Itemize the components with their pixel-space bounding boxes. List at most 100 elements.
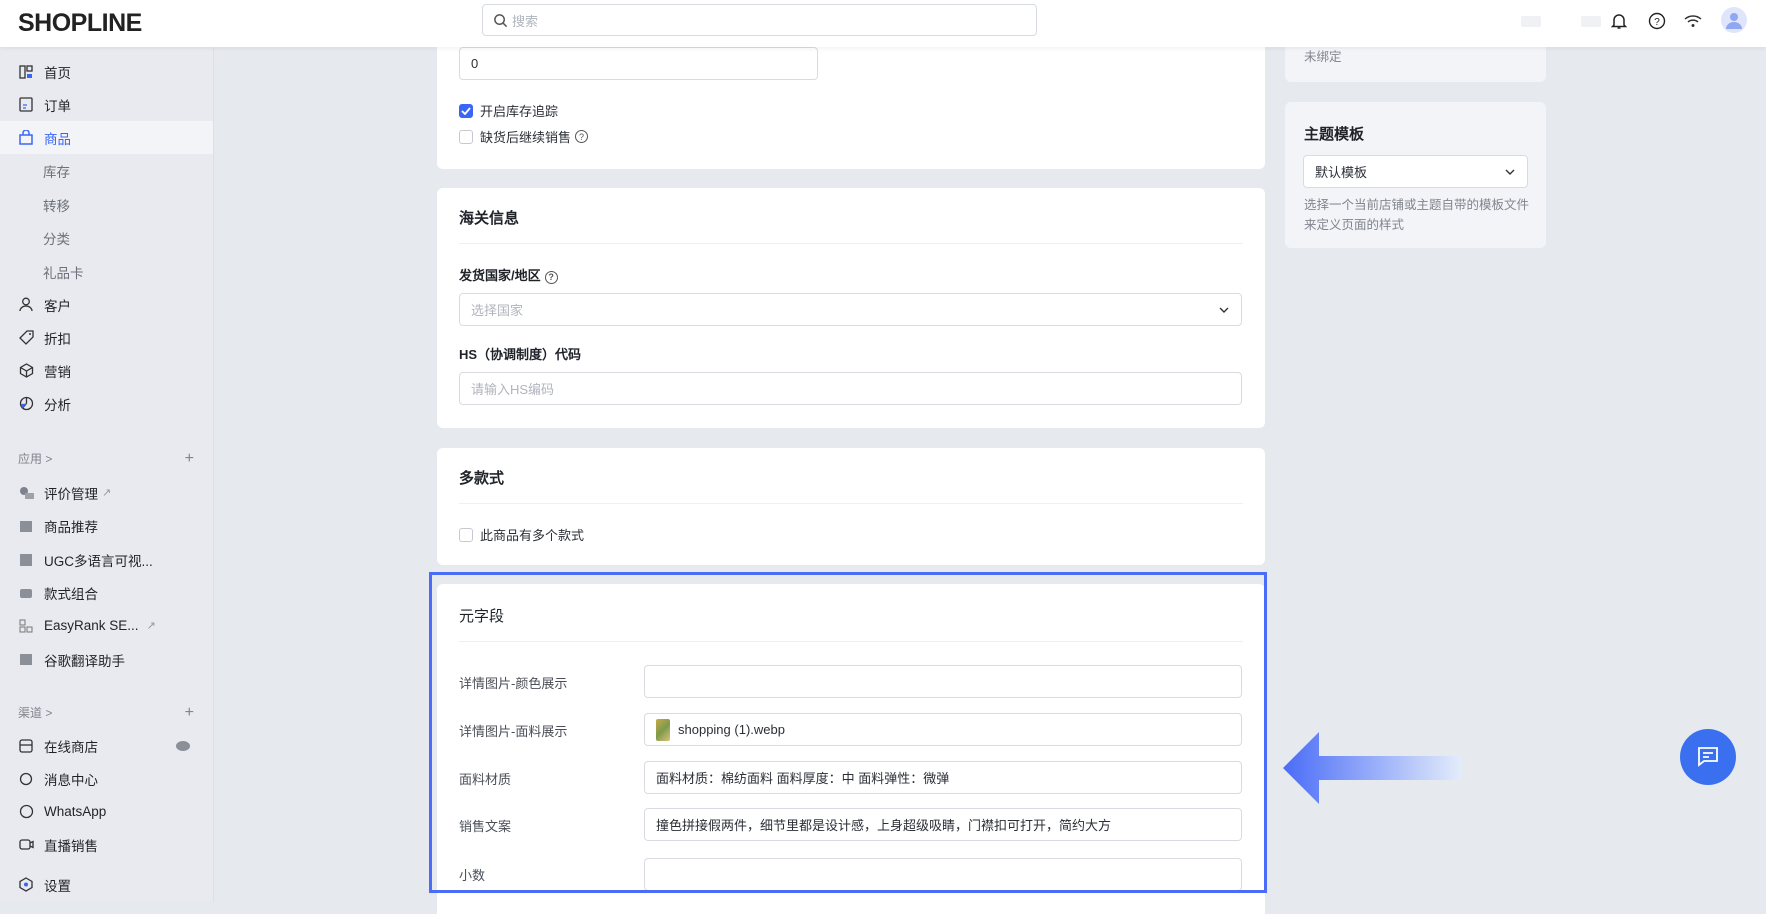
sidebar-item-transfers[interactable]: 转移 xyxy=(0,188,213,221)
checkbox-label: 缺货后继续销售 xyxy=(480,130,572,145)
svg-text:?: ? xyxy=(1654,17,1660,28)
checkbox-label: 开启库存追踪 xyxy=(480,104,559,119)
select-placeholder: 选择国家 xyxy=(471,303,524,318)
channels-label: 渠道 > xyxy=(18,706,53,720)
customs-card: 海关信息 发货国家/地区? 选择国家 HS（协调制度）代码 请输入HS编码 xyxy=(437,188,1265,428)
search-placeholder: 搜索 xyxy=(512,13,539,29)
template-select[interactable]: 默认模板 xyxy=(1303,155,1528,188)
add-app-icon[interactable]: + xyxy=(185,450,194,468)
sidebar-app-translate[interactable]: 谷歌翻译助手 xyxy=(0,643,213,676)
home-icon xyxy=(18,64,34,80)
chevron-down-icon xyxy=(1505,169,1515,175)
card-title: 海关信息 xyxy=(459,210,520,227)
sidebar-label: 谷歌翻译助手 xyxy=(44,653,125,669)
sidebar-label: 客户 xyxy=(44,298,71,314)
sidebar-app-ugc[interactable]: UGC多语言可视... xyxy=(0,543,213,576)
country-label: 发货国家/地区? xyxy=(459,265,558,284)
sidebar-app-bundles[interactable]: 款式组合 xyxy=(0,576,213,609)
sidebar-item-orders[interactable]: 订单 xyxy=(0,88,213,121)
chat-icon xyxy=(18,771,34,787)
sidebar-label: 评价管理 xyxy=(44,486,98,502)
bell-icon[interactable] xyxy=(1608,10,1630,32)
sidebar-label: 分析 xyxy=(44,397,71,413)
external-link-icon: ↗ xyxy=(102,487,112,499)
tag-icon xyxy=(18,330,34,346)
quantity-value: 0 xyxy=(471,56,479,71)
cube-icon xyxy=(18,363,34,379)
sidebar-app-easyrank[interactable]: EasyRank SE... ↗ xyxy=(0,609,213,642)
app-icon xyxy=(18,585,34,601)
sidebar-channel-live[interactable]: 直播销售 xyxy=(0,828,213,861)
sidebar-item-collections[interactable]: 分类 xyxy=(0,221,213,254)
sidebar-item-discounts[interactable]: 折扣 xyxy=(0,321,213,354)
sidebar-item-settings[interactable]: 设置 xyxy=(0,868,213,901)
shopline-logo[interactable]: SHOPLINE xyxy=(18,9,142,38)
hs-label: HS（协调制度）代码 xyxy=(459,347,582,362)
sidebar-label: 直播销售 xyxy=(44,838,98,854)
apps-group-header[interactable]: 应用 > + xyxy=(18,450,194,468)
video-icon xyxy=(18,837,34,853)
apps-label: 应用 > xyxy=(18,452,53,466)
top-header: SHOPLINE 搜索 ? xyxy=(0,0,1766,47)
sidebar-channel-inbox[interactable]: 消息中心 xyxy=(0,762,213,795)
sidebar-item-analytics[interactable]: 分析 xyxy=(0,387,213,420)
app-icon xyxy=(18,618,34,634)
wifi-icon[interactable] xyxy=(1682,10,1704,32)
eye-icon[interactable] xyxy=(176,740,190,751)
sidebar-label: WhatsApp xyxy=(44,804,107,819)
sidebar-item-customers[interactable]: 客户 xyxy=(0,288,213,321)
variants-card: 多款式 此商品有多个款式 xyxy=(437,448,1265,565)
whatsapp-icon xyxy=(18,804,34,820)
order-icon xyxy=(18,97,34,113)
add-channel-icon[interactable]: + xyxy=(185,704,194,722)
multiple-variants-checkbox[interactable]: 此商品有多个款式 xyxy=(459,525,584,544)
sidebar-label: 在线商店 xyxy=(44,739,98,755)
quantity-input[interactable]: 0 xyxy=(459,47,818,80)
store-placeholder xyxy=(1581,16,1601,27)
sidebar-label: 礼品卡 xyxy=(43,265,84,281)
sidebar-label: 分类 xyxy=(43,231,70,247)
sidebar-app-recommend[interactable]: 商品推荐 xyxy=(0,509,213,542)
divider xyxy=(459,243,1243,244)
search-input[interactable]: 搜索 xyxy=(482,4,1037,36)
sidebar-channel-whatsapp[interactable]: WhatsApp xyxy=(0,795,213,828)
track-inventory-checkbox[interactable]: 开启库存追踪 xyxy=(459,101,558,120)
sidebar-item-inventory[interactable]: 库存 xyxy=(0,154,213,187)
help-icon[interactable]: ? xyxy=(575,130,589,143)
sidebar-label: 款式组合 xyxy=(44,586,98,602)
app-icon xyxy=(18,552,34,568)
sidebar-label: 库存 xyxy=(43,164,70,180)
hs-code-input[interactable]: 请输入HS编码 xyxy=(459,372,1242,405)
sidebar-app-reviews[interactable]: 评价管理 ↗ xyxy=(0,476,213,509)
chat-support-button[interactable] xyxy=(1680,729,1736,785)
sidebar-label: 营销 xyxy=(44,364,71,380)
checkbox[interactable] xyxy=(459,527,473,542)
help-icon[interactable]: ? xyxy=(544,270,558,284)
checkbox[interactable] xyxy=(459,129,473,144)
sidebar-label: 消息中心 xyxy=(44,772,98,788)
sidebar-item-gift-cards[interactable]: 礼品卡 xyxy=(0,255,213,288)
sidebar-label: 转移 xyxy=(43,198,70,214)
search-icon xyxy=(494,13,508,27)
divider xyxy=(459,503,1243,504)
card-title: 主题模板 xyxy=(1304,126,1365,143)
continue-selling-checkbox[interactable]: 缺货后继续销售? xyxy=(459,127,589,146)
sidebar-label: UGC多语言可视... xyxy=(44,553,153,569)
sidebar: 首页 订单 商品 库存 转移 分类 礼品卡 客户 折扣 营销 分析 应用 > + … xyxy=(0,47,214,902)
sidebar-item-home[interactable]: 首页 xyxy=(0,55,213,88)
sidebar-label: 折扣 xyxy=(44,331,71,347)
avatar[interactable] xyxy=(1721,7,1747,33)
help-icon[interactable]: ? xyxy=(1646,10,1668,32)
channels-group-header[interactable]: 渠道 > + xyxy=(18,704,194,722)
app-icon xyxy=(18,518,34,534)
bag-icon xyxy=(18,130,34,146)
user-icon xyxy=(18,297,34,313)
checkbox-checked[interactable] xyxy=(459,103,473,118)
external-link-icon: ↗ xyxy=(146,620,156,632)
sidebar-item-products[interactable]: 商品 xyxy=(0,121,213,154)
store-icon xyxy=(18,738,34,754)
chat-icon xyxy=(1698,747,1718,767)
sidebar-channel-online-store[interactable]: 在线商店 xyxy=(0,729,213,762)
sidebar-item-marketing[interactable]: 营销 xyxy=(0,354,213,387)
country-select[interactable]: 选择国家 xyxy=(459,293,1242,326)
